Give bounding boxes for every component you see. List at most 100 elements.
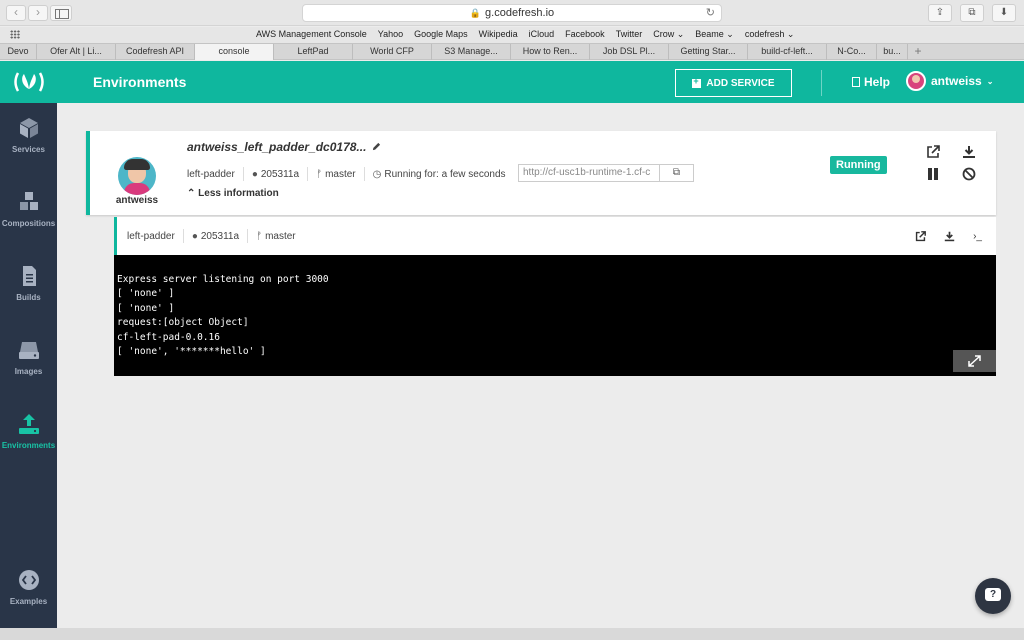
upload-icon bbox=[18, 414, 39, 434]
browser-tab[interactable]: Ofer Alt | Li... bbox=[37, 44, 116, 60]
code-icon bbox=[18, 570, 39, 590]
plus-icon bbox=[692, 76, 702, 88]
terminal-icon[interactable]: ›_ bbox=[973, 231, 982, 242]
avatar-hair bbox=[124, 159, 150, 170]
sidebar-item-examples[interactable]: Examples bbox=[0, 569, 57, 606]
github-icon: ● bbox=[191, 230, 198, 242]
bookmarks-bar: AWS Management Console Yahoo Google Maps Wi… bbox=[0, 27, 1024, 43]
sidebar-item-environments[interactable]: Environments bbox=[0, 413, 57, 450]
browser-actions: ⇪ ⧉ ⬇ bbox=[920, 4, 1016, 22]
branch-name: master bbox=[265, 230, 296, 242]
browser-tab[interactable]: build-cf-left... bbox=[748, 44, 827, 60]
bookmark-item[interactable]: Google Maps bbox=[414, 29, 468, 40]
address-bar[interactable]: 🔒 g.codefresh.io ↻ bbox=[302, 4, 722, 22]
chevron-up-icon: ⌃ bbox=[187, 188, 196, 199]
add-service-button[interactable]: ADD SERVICE bbox=[675, 69, 792, 97]
browser-tab[interactable]: World CFP bbox=[353, 44, 432, 60]
bookmark-item[interactable]: iCloud bbox=[529, 29, 555, 40]
service-meta: left-padder ● 205311a ᚠ master ◷ Running… bbox=[187, 167, 506, 181]
chat-button[interactable]: ? bbox=[975, 578, 1011, 614]
branch-icon: ᚠ bbox=[256, 230, 263, 242]
bookmark-item[interactable]: codefresh ⌄ bbox=[745, 29, 795, 40]
window-bottom-edge bbox=[0, 628, 1024, 640]
username: antweiss bbox=[931, 74, 982, 88]
browser-tab[interactable]: Job DSL Pl... bbox=[590, 44, 669, 60]
terminal-line: request:[object Object] bbox=[117, 317, 249, 329]
copy-icon: ⧉ bbox=[672, 167, 681, 178]
share-icon[interactable]: ⇪ bbox=[928, 4, 952, 22]
expand-icon bbox=[968, 355, 981, 367]
divider bbox=[363, 167, 365, 181]
terminal-line: [ 'none' ] bbox=[117, 288, 175, 300]
bookmark-item[interactable]: Yahoo bbox=[378, 29, 403, 40]
service-url-field[interactable]: http://cf-usc1b-runtime-1.cf-c bbox=[518, 164, 660, 182]
branch-name: master bbox=[325, 168, 356, 180]
browser-tab[interactable]: console bbox=[195, 44, 274, 60]
forward-button[interactable]: › bbox=[28, 5, 48, 21]
running-duration: Running for: a few seconds bbox=[384, 168, 506, 180]
codefresh-logo[interactable] bbox=[0, 61, 57, 103]
copy-url-button[interactable]: ⧉ bbox=[660, 164, 694, 182]
drive-icon bbox=[18, 342, 39, 359]
bookmark-item[interactable]: Beame ⌄ bbox=[695, 29, 734, 40]
tabs-overview-icon[interactable]: ⧉ bbox=[960, 4, 984, 22]
container-meta: left-padder ● 205311a ᚠ master bbox=[127, 229, 296, 243]
sidebar-item-label: Environments bbox=[1, 441, 56, 450]
divider bbox=[242, 167, 244, 181]
app-header: Environments ADD SERVICE Help antweiss ⌄ bbox=[57, 61, 1024, 103]
browser-toolbar: ‹ › 🔒 g.codefresh.io ↻ ⇪ ⧉ ⬇ bbox=[0, 0, 1024, 26]
browser-tab[interactable]: LeftPad bbox=[274, 44, 353, 60]
bookmark-item[interactable]: AWS Management Console bbox=[256, 29, 367, 40]
terminal-line: [ 'none' ] bbox=[117, 302, 175, 314]
new-tab-button[interactable]: + bbox=[908, 44, 928, 59]
sidebar-item-label: Builds bbox=[16, 293, 41, 302]
bookmark-item[interactable]: Twitter bbox=[616, 29, 643, 40]
tab-bar: Devo Ofer Alt | Li... Codefresh API console… bbox=[0, 43, 1024, 60]
expand-button[interactable] bbox=[953, 350, 996, 372]
sidebar-item-images[interactable]: Images bbox=[0, 339, 57, 376]
bookmark-item[interactable]: Crow ⌄ bbox=[653, 29, 684, 40]
terminal-output[interactable]: Express server listening on port 3000 [ '… bbox=[114, 255, 996, 376]
browser-tab[interactable]: N-Co... bbox=[827, 44, 877, 60]
stop-icon[interactable] bbox=[962, 167, 976, 181]
external-link-icon[interactable] bbox=[915, 231, 927, 242]
browser-tab[interactable]: Getting Star... bbox=[669, 44, 748, 60]
download-icon[interactable] bbox=[962, 145, 976, 159]
help-link[interactable]: Help bbox=[852, 75, 890, 89]
terminal-line: [ 'none', '*******hello' ] bbox=[117, 346, 266, 358]
external-link-icon[interactable] bbox=[926, 145, 940, 159]
bookmark-item[interactable]: Wikipedia bbox=[479, 29, 518, 40]
browser-tab[interactable]: bu... bbox=[877, 44, 908, 60]
pencil-icon[interactable] bbox=[372, 142, 381, 151]
sidebar-item-services[interactable]: Services bbox=[0, 117, 57, 154]
service-card: antweiss antweiss_left_padder_dc0178... … bbox=[86, 131, 996, 215]
browser-tab[interactable]: Devo bbox=[0, 44, 37, 60]
sidebar-item-compositions[interactable]: Compositions bbox=[0, 191, 57, 228]
user-menu[interactable]: antweiss ⌄ bbox=[906, 71, 993, 91]
sidebar-item-label: Compositions bbox=[1, 219, 56, 228]
browser-tab[interactable]: S3 Manage... bbox=[432, 44, 511, 60]
back-button[interactable]: ‹ bbox=[6, 5, 26, 21]
avatar-shirt bbox=[124, 183, 150, 195]
lock-icon: 🔒 bbox=[469, 8, 482, 18]
sidebar-item-builds[interactable]: Builds bbox=[0, 265, 57, 302]
header-divider bbox=[821, 70, 822, 96]
service-name[interactable]: antweiss_left_padder_dc0178... bbox=[187, 140, 366, 154]
browser-tab[interactable]: How to Ren... bbox=[511, 44, 590, 60]
help-label: Help bbox=[864, 75, 891, 89]
sidebar-toggle-icon[interactable] bbox=[50, 5, 72, 21]
clock-icon: ◷ bbox=[372, 168, 382, 180]
browser-tab[interactable]: Codefresh API bbox=[116, 44, 195, 60]
downloads-icon[interactable]: ⬇ bbox=[992, 4, 1016, 22]
download-icon[interactable] bbox=[944, 231, 955, 242]
bookmark-item[interactable]: Facebook bbox=[565, 29, 605, 40]
pause-icon[interactable] bbox=[926, 167, 940, 181]
grid-icon[interactable] bbox=[10, 30, 20, 39]
terminal-line: cf-left-pad-0.0.16 bbox=[117, 331, 220, 343]
sidebar-item-label: Services bbox=[12, 145, 45, 154]
less-information-toggle[interactable]: ⌃ Less information bbox=[187, 188, 279, 199]
reload-icon[interactable]: ↻ bbox=[706, 5, 715, 21]
doc-icon bbox=[852, 77, 860, 87]
github-icon: ● bbox=[251, 168, 258, 180]
commit-hash: 205311a bbox=[260, 168, 300, 180]
